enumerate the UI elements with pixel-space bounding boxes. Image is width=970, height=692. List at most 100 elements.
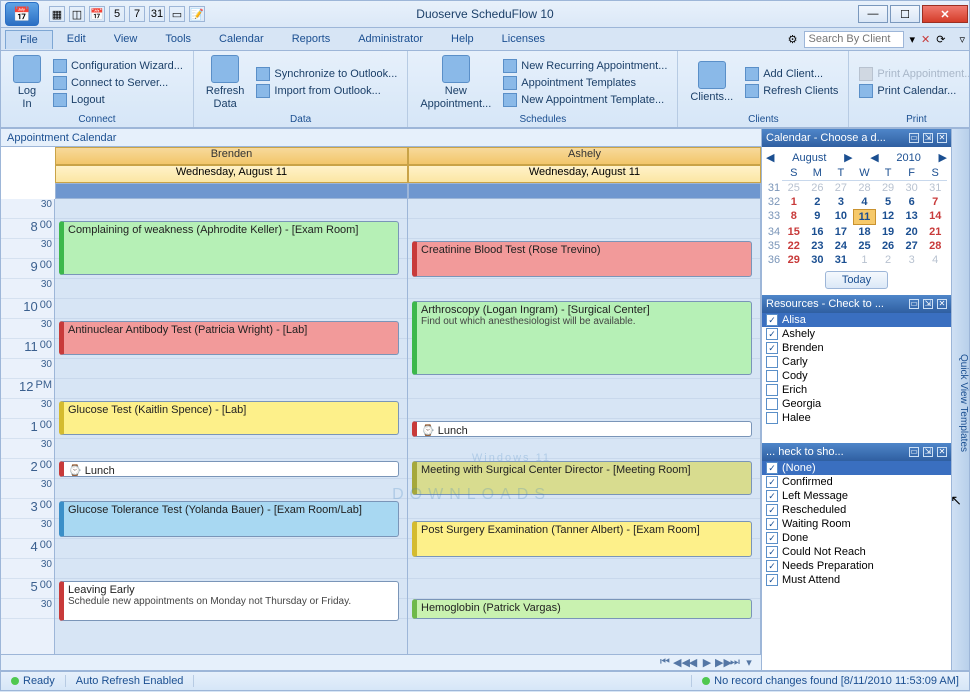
list-item[interactable]: ✓Ashely xyxy=(762,327,951,341)
checkbox[interactable]: ✓ xyxy=(766,328,778,340)
appointment[interactable]: Hemoglobin (Patrick Vargas) xyxy=(412,599,752,619)
checkbox[interactable]: ✓ xyxy=(766,490,778,502)
ribbon-refresh-data[interactable]: RefreshData xyxy=(200,53,251,111)
month-calendar[interactable]: ◀ August ▶ ◀ 2010 ▶ SMTWTFS3125262728293… xyxy=(762,147,951,295)
minimize-button[interactable]: — xyxy=(858,5,888,23)
checkbox[interactable] xyxy=(766,412,778,424)
list-item[interactable]: ✓Could Not Reach xyxy=(762,545,951,559)
note-icon[interactable]: 📝 xyxy=(189,6,205,22)
checkbox[interactable]: ✓ xyxy=(766,504,778,516)
tab-tools[interactable]: Tools xyxy=(151,30,205,49)
checkbox[interactable]: ✓ xyxy=(766,476,778,488)
appointment[interactable]: Arthroscopy (Logan Ingram) - [Surgical C… xyxy=(412,301,752,375)
checkbox[interactable] xyxy=(766,398,778,410)
day-cell[interactable]: 27 xyxy=(900,239,924,253)
day-cell[interactable]: 27 xyxy=(829,181,853,195)
search-dropdown-icon[interactable]: ▾ xyxy=(910,33,916,46)
list-item[interactable]: ✓Rescheduled xyxy=(762,503,951,517)
checkbox[interactable]: ✓ xyxy=(766,546,778,558)
tab-reports[interactable]: Reports xyxy=(278,30,345,49)
search-input[interactable] xyxy=(804,31,904,48)
refresh-icon[interactable]: ⟳ xyxy=(936,33,945,46)
options-icon[interactable]: ⚙ xyxy=(788,33,798,46)
cal7-icon[interactable]: 7 xyxy=(129,6,145,22)
allday-slot-1[interactable] xyxy=(408,183,761,199)
day-cell[interactable]: 21 xyxy=(923,225,947,239)
tab-help[interactable]: Help xyxy=(437,30,488,49)
tab-edit[interactable]: Edit xyxy=(53,30,100,49)
ribbon-add-client-[interactable]: Add Client... xyxy=(741,66,842,82)
cal31-icon[interactable]: 31 xyxy=(149,6,165,22)
day-cell[interactable]: 17 xyxy=(829,225,853,239)
cal-nav-icon[interactable]: ⏮ xyxy=(659,656,671,669)
filter-icon[interactable]: ▿ xyxy=(959,33,965,46)
day-cell[interactable]: 31 xyxy=(829,253,853,267)
close-button[interactable]: ✕ xyxy=(922,5,968,23)
event-column-0[interactable]: Complaining of weakness (Aphrodite Kelle… xyxy=(55,199,408,654)
checkbox[interactable]: ✓ xyxy=(766,462,778,474)
checkbox[interactable] xyxy=(766,384,778,396)
day-cell[interactable]: 30 xyxy=(806,253,830,267)
day-cell[interactable]: 8 xyxy=(782,209,806,225)
panel-close-icon[interactable]: ✕ xyxy=(937,133,947,143)
event-column-1[interactable]: Creatinine Blood Test (Rose Trevino) Arth… xyxy=(408,199,761,654)
appointment[interactable]: Complaining of weakness (Aphrodite Kelle… xyxy=(59,221,399,275)
appointment[interactable]: ⌚ Lunch xyxy=(59,461,399,477)
list-item[interactable]: Halee xyxy=(762,411,951,425)
cal-nav-icon[interactable]: ◀ xyxy=(687,656,699,669)
day-cell[interactable]: 2 xyxy=(806,195,830,209)
calT-icon[interactable]: ▭ xyxy=(169,6,185,22)
appointment[interactable]: Creatinine Blood Test (Rose Trevino) xyxy=(412,241,752,277)
appointment[interactable]: Post Surgery Examination (Tanner Albert)… xyxy=(412,521,752,557)
day-cell[interactable]: 4 xyxy=(853,195,877,209)
checkbox[interactable]: ✓ xyxy=(766,518,778,530)
ribbon-print-calendar-[interactable]: Print Calendar... xyxy=(855,83,970,99)
cal-nav-icon[interactable]: ⏭ xyxy=(729,656,741,669)
cal5-icon[interactable]: 5 xyxy=(109,6,125,22)
appointment[interactable]: ⌚ Lunch xyxy=(412,421,752,437)
app-menu-button[interactable]: 📅 xyxy=(5,2,39,26)
day-cell[interactable]: 1 xyxy=(853,253,877,267)
list-item[interactable]: ✓Brenden xyxy=(762,341,951,355)
day-cell[interactable]: 19 xyxy=(876,225,900,239)
day-cell[interactable]: 25 xyxy=(853,239,877,253)
day-cell[interactable]: 10 xyxy=(829,209,853,225)
checkbox[interactable]: ✓ xyxy=(766,342,778,354)
labels-list[interactable]: ✓(None)✓Confirmed✓Left Message✓Reschedul… xyxy=(762,461,951,670)
ribbon-new-recurring-appointment-[interactable]: New Recurring Appointment... xyxy=(499,58,671,74)
cal-nav-icon[interactable]: ▶▶ xyxy=(715,656,727,669)
checkbox[interactable] xyxy=(766,370,778,382)
ribbon-appointment-templates[interactable]: Appointment Templates xyxy=(499,75,671,91)
day-cell[interactable]: 20 xyxy=(900,225,924,239)
month-label[interactable]: August xyxy=(792,152,826,164)
tab-view[interactable]: View xyxy=(100,30,152,49)
list-item[interactable]: Cody xyxy=(762,369,951,383)
day-cell[interactable]: 9 xyxy=(806,209,830,225)
day-cell[interactable]: 29 xyxy=(876,181,900,195)
day-cell[interactable]: 26 xyxy=(876,239,900,253)
year-label[interactable]: 2010 xyxy=(896,152,920,164)
cal-nav-icon[interactable]: ◀◀ xyxy=(673,656,685,669)
resources-panel-header[interactable]: Resources - Check to ... ▭⇲✕ xyxy=(762,295,951,313)
day-cell[interactable]: 5 xyxy=(876,195,900,209)
list-item[interactable]: ✓Confirmed xyxy=(762,475,951,489)
cal-nav-icon[interactable]: ▾ xyxy=(743,656,755,669)
labels-panel-header[interactable]: ... heck to sho... ▭⇲✕ xyxy=(762,443,951,461)
layout-icon[interactable]: ▦ xyxy=(49,6,65,22)
list-item[interactable]: Erich xyxy=(762,383,951,397)
list-item[interactable]: Carly xyxy=(762,355,951,369)
day-cell[interactable]: 29 xyxy=(782,253,806,267)
list-item[interactable]: ✓(None) xyxy=(762,461,951,475)
tab-licenses[interactable]: Licenses xyxy=(488,30,559,49)
ribbon-connect-to-server-[interactable]: Connect to Server... xyxy=(49,75,187,91)
allday-slot-0[interactable] xyxy=(55,183,408,199)
day-cell[interactable]: 28 xyxy=(853,181,877,195)
day-cell[interactable]: 26 xyxy=(806,181,830,195)
day-cell[interactable]: 22 xyxy=(782,239,806,253)
day-cell[interactable]: 31 xyxy=(923,181,947,195)
list-item[interactable]: ✓Waiting Room xyxy=(762,517,951,531)
list-item[interactable]: ✓Needs Preparation xyxy=(762,559,951,573)
checkbox[interactable]: ✓ xyxy=(766,574,778,586)
appointment[interactable]: Leaving EarlySchedule new appointments o… xyxy=(59,581,399,621)
month-panel-header[interactable]: Calendar - Choose a d... ▭⇲✕ xyxy=(762,129,951,147)
